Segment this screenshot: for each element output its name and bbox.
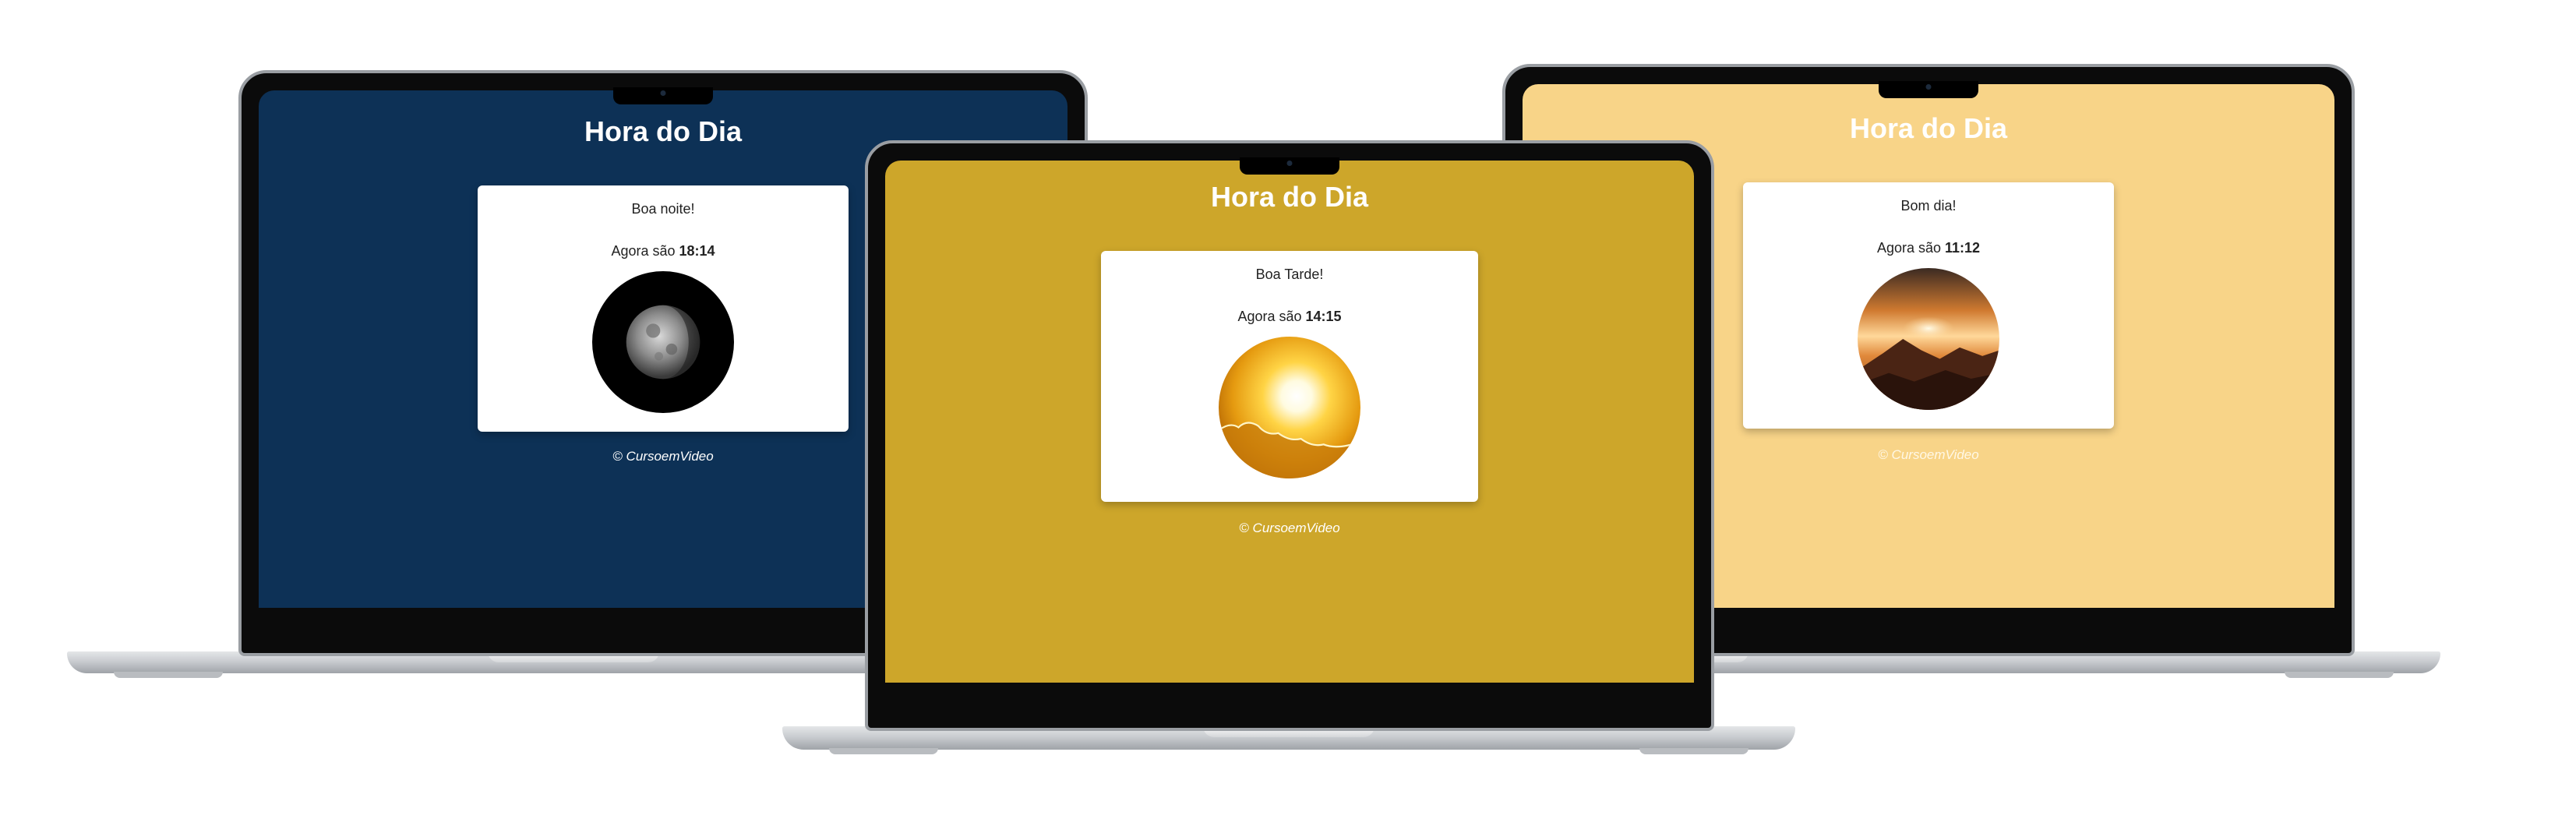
greeting-card: Bom dia! Agora são 11:12: [1743, 182, 2114, 429]
time-value: 14:15: [1305, 309, 1342, 324]
showcase-stage: Hora do Dia Boa noite! Agora são 18:14 ©…: [0, 0, 2576, 819]
laptop-foot: [2285, 672, 2394, 678]
time-prefix: Agora são: [1237, 309, 1302, 324]
laptop-foot: [829, 748, 938, 754]
screen: Hora do Dia Boa Tarde! Agora são 14:15 ©…: [885, 161, 1694, 683]
camera-notch: [613, 87, 713, 104]
moon-photo: [592, 271, 734, 413]
footer-credit: © CursoemVideo: [1239, 521, 1340, 535]
laptop-lid: Hora do Dia Boa Tarde! Agora são 14:15 ©…: [865, 140, 1714, 731]
greeting-text: Bom dia!: [1900, 198, 1957, 214]
time-line: Agora são 11:12: [1743, 240, 2114, 256]
laptop-foot: [1639, 748, 1749, 754]
laptop-afternoon: Hora do Dia Boa Tarde! Agora são 14:15 ©…: [782, 140, 1795, 756]
greeting-card: Boa Tarde! Agora são 14:15: [1101, 251, 1478, 502]
greeting-text: Boa Tarde!: [1255, 267, 1324, 282]
time-prefix: Agora são: [1876, 240, 1941, 256]
sunrise-photo: [1858, 268, 1999, 410]
time-line: Agora são 14:15: [1101, 309, 1478, 325]
sun-photo: [1219, 337, 1360, 478]
time-value: 11:12: [1945, 240, 1981, 256]
laptop-foot: [114, 672, 223, 678]
camera-notch: [1879, 81, 1978, 98]
time-prefix: Agora são: [611, 243, 676, 259]
camera-notch: [1240, 157, 1339, 175]
time-value: 18:14: [679, 243, 715, 259]
